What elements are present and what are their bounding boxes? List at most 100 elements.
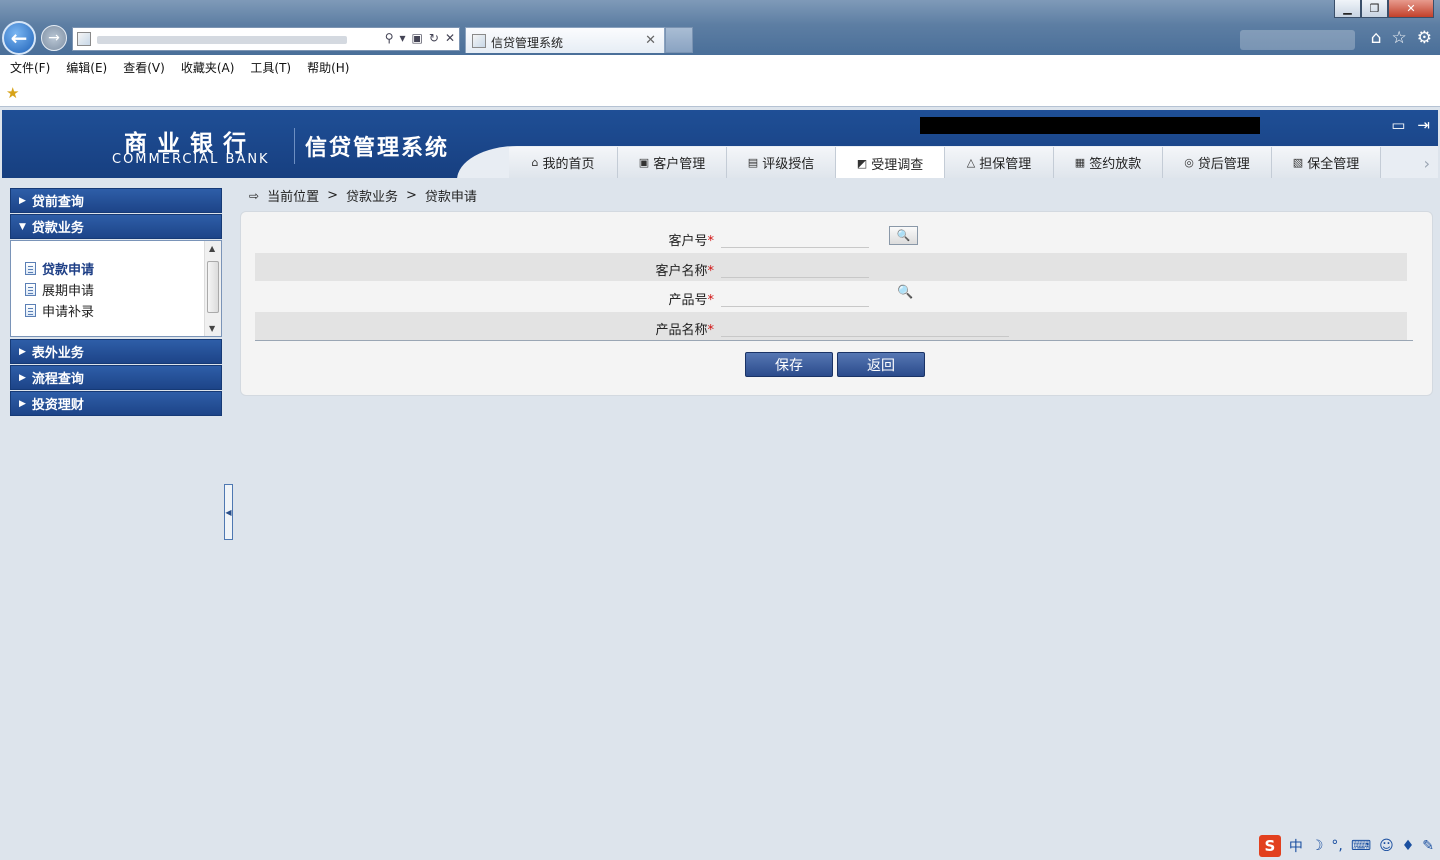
punctuation-icon[interactable]: °, (1331, 838, 1342, 854)
monitor-icon[interactable]: ▭ (1391, 116, 1405, 134)
form-row-product-no: 产品号* 🔍 (255, 282, 1407, 310)
document-icon (25, 262, 36, 275)
customer-no-label: 客户号* (668, 234, 714, 249)
form-divider (255, 340, 1413, 341)
home-icon[interactable]: ⌂ (1371, 28, 1382, 48)
breadcrumb-separator: > (406, 188, 417, 203)
ime-mode[interactable]: 中 (1289, 836, 1303, 856)
system-name: 信贷管理系统 (305, 136, 450, 161)
sidebar-group-loan-business[interactable]: ▼ 贷款业务 (10, 214, 222, 239)
tab-label: 评级授信 (762, 157, 815, 172)
sidebar-group-investment[interactable]: ▶ 投资理财 (10, 391, 222, 416)
product-name-input[interactable] (721, 316, 1009, 337)
tab-label: 保全管理 (1307, 157, 1360, 172)
back-button[interactable]: ← (2, 21, 36, 55)
survey-icon: ◩ (856, 156, 868, 170)
chevron-right-icon[interactable]: › (1424, 154, 1430, 173)
tab-rating[interactable]: ▤ 评级授信 (727, 147, 836, 178)
form-row-customer-name: 客户名称* (255, 253, 1407, 281)
address-bar[interactable]: ⚲ ▾ ▣ ↻ ✕ (72, 27, 460, 51)
tab-contract[interactable]: ▦ 签约放款 (1054, 147, 1163, 178)
restore-button[interactable]: ❐ (1361, 0, 1388, 18)
tab-label: 我的首页 (542, 157, 595, 172)
favorites-star-icon[interactable]: ☆ (1392, 28, 1407, 48)
tab-label: 受理调查 (871, 157, 924, 173)
sidebar-item-supplement-entry[interactable]: 申请补录 (25, 301, 94, 320)
favorites-bar: ★ (0, 79, 1440, 107)
sidebar-scrollbar[interactable]: ▲ ▼ (204, 241, 221, 336)
scroll-thumb[interactable] (207, 261, 219, 313)
sidebar-item-loan-apply[interactable]: 贷款申请 (25, 259, 94, 278)
product-search-icon[interactable]: 🔍 (897, 285, 913, 300)
triangle-right-icon: ▶ (19, 372, 26, 383)
tab-label: 担保管理 (979, 157, 1032, 172)
blurred-region (1240, 30, 1355, 50)
back-button[interactable]: 返回 (837, 352, 925, 377)
document-icon (25, 304, 36, 317)
sidebar-group-label: 贷款业务 (31, 221, 84, 236)
sidebar-item-extension-apply[interactable]: 展期申请 (25, 280, 94, 299)
triangle-down-icon: ▼ (19, 221, 26, 232)
keyboard-icon[interactable]: ⌨ (1351, 838, 1371, 854)
menu-edit[interactable]: 编辑(E) (66, 59, 107, 76)
app-header: 商业银行 COMMERCIAL BANK 信贷管理系统 ▭ ⇥ ⌂ 我的首页 ▣ 客… (2, 110, 1438, 178)
tools-gear-icon[interactable]: ⚙ (1417, 28, 1432, 48)
triangle-right-icon: ▶ (19, 346, 26, 357)
main-nav: ⌂ 我的首页 ▣ 客户管理 ▤ 评级授信 ◩ 受理调查 △ 担保管理 ▦ 签约放款 ◎ 贷后管… (509, 147, 1381, 178)
menu-file[interactable]: 文件(F) (10, 59, 50, 76)
sidebar-group-off-balance[interactable]: ▶ 表外业务 (10, 339, 222, 364)
sidebar-group-body: 贷款申请 展期申请 申请补录 ▲ ▼ (10, 240, 222, 337)
sidebar-item-label: 贷款申请 (42, 263, 95, 278)
wrench-icon[interactable]: ✎ (1422, 838, 1434, 854)
guarantee-icon: △ (966, 156, 976, 169)
sidebar-group-label: 流程查询 (31, 372, 84, 387)
breadcrumb: ⇨ 当前位置 > 贷款业务 > 贷款申请 (249, 186, 477, 205)
menu-help[interactable]: 帮助(H) (307, 59, 349, 76)
shirt-icon[interactable]: ♦ (1402, 838, 1415, 854)
tab-post-loan[interactable]: ◎ 贷后管理 (1163, 147, 1272, 178)
tab-guarantee[interactable]: △ 担保管理 (945, 147, 1054, 178)
compat-view-icon[interactable]: ▣ (412, 31, 423, 45)
customer-name-input[interactable] (721, 257, 869, 278)
minimize-button[interactable]: ▁ (1334, 0, 1361, 18)
breadcrumb-separator: > (327, 188, 338, 203)
favorites-add-icon[interactable]: ★ (6, 84, 19, 102)
browser-tab[interactable]: 信贷管理系统 ✕ (465, 27, 665, 53)
sogou-ime-icon[interactable]: S (1258, 835, 1281, 857)
scroll-up-icon[interactable]: ▲ (209, 244, 215, 253)
customer-search-button[interactable]: 🔍 (889, 226, 918, 245)
moon-icon[interactable]: ☽ (1311, 838, 1324, 854)
triangle-right-icon: ▶ (19, 195, 26, 206)
user-icon[interactable]: ☺ (1379, 838, 1394, 854)
new-tab-button[interactable] (665, 27, 693, 53)
menu-view[interactable]: 查看(V) (123, 59, 165, 76)
sidebar-group-label: 贷前查询 (31, 195, 84, 210)
close-tab-icon[interactable]: ✕ (645, 33, 656, 48)
stop-icon[interactable]: ✕ (445, 31, 455, 45)
customer-name-label: 客户名称* (655, 264, 714, 279)
close-window-button[interactable]: ✕ (1388, 0, 1434, 18)
dropdown-icon[interactable]: ▾ (400, 31, 406, 45)
post-loan-icon: ◎ (1184, 156, 1194, 169)
refresh-icon[interactable]: ↻ (429, 31, 439, 45)
customer-no-input[interactable] (721, 227, 869, 248)
sidebar-item-label: 展期申请 (42, 284, 95, 299)
logout-icon[interactable]: ⇥ (1417, 116, 1430, 134)
tab-preservation[interactable]: ▧ 保全管理 (1272, 147, 1381, 178)
bank-logo-en: COMMERCIAL BANK (112, 152, 270, 167)
scroll-down-icon[interactable]: ▼ (209, 324, 215, 333)
menu-tools[interactable]: 工具(T) (250, 59, 291, 76)
sidebar-group-preloan-query[interactable]: ▶ 贷前查询 (10, 188, 222, 213)
product-no-input[interactable] (721, 286, 869, 307)
sidebar-collapse-handle[interactable]: ◀ (224, 484, 233, 540)
search-icon[interactable]: ⚲ (385, 31, 394, 45)
page-favicon (77, 32, 91, 46)
menu-favorites[interactable]: 收藏夹(A) (181, 59, 235, 76)
tab-survey[interactable]: ◩ 受理调查 (836, 147, 945, 178)
tab-home[interactable]: ⌂ 我的首页 (509, 147, 618, 178)
tab-customer[interactable]: ▣ 客户管理 (618, 147, 727, 178)
save-button[interactable]: 保存 (745, 352, 833, 377)
sidebar-group-process-query[interactable]: ▶ 流程查询 (10, 365, 222, 390)
forward-button[interactable]: → (41, 25, 67, 51)
triangle-right-icon: ▶ (19, 398, 26, 409)
